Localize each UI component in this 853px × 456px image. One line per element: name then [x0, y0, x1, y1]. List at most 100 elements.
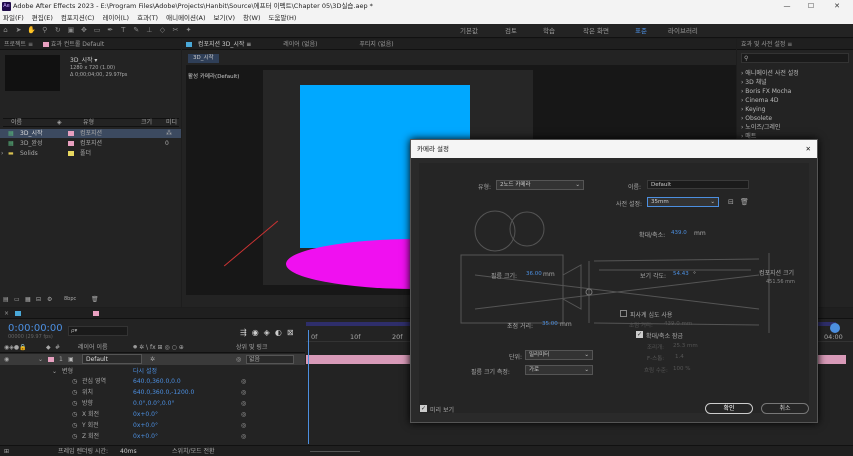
ok-button[interactable]: 확인	[705, 403, 753, 414]
property-value[interactable]: 640.0,360.0,0.0	[133, 376, 181, 387]
zoom-tool-icon[interactable]: ⚲	[40, 26, 49, 35]
new-comp-icon[interactable]: ▦	[25, 296, 31, 303]
breadcrumb[interactable]: 3D_시작	[188, 54, 219, 63]
stopwatch-icon[interactable]: ◷	[72, 409, 77, 420]
measure-film-select[interactable]: 가로 ⌄	[525, 365, 593, 375]
settings-icon[interactable]: ⚙	[47, 296, 52, 303]
col-size[interactable]: 크기	[141, 119, 152, 127]
property-value[interactable]: 0x+0.0°	[133, 409, 158, 420]
toggle-switches-modes[interactable]: 스위치/모드 전환	[172, 446, 215, 456]
focal-length-value[interactable]: 35.00	[542, 321, 558, 327]
effects-category[interactable]: › Boris FX Mocha	[741, 87, 799, 96]
property-value[interactable]: 640.0,360.0,-1200.0	[133, 387, 194, 398]
lock-icon[interactable]	[186, 42, 192, 47]
stopwatch-icon[interactable]: ◷	[72, 420, 77, 431]
workspace-small-screen[interactable]: 작은 화면	[583, 24, 609, 38]
hand-tool-icon[interactable]: ✋	[27, 26, 36, 35]
pickwhip-icon[interactable]: ◎	[241, 387, 246, 398]
close-button[interactable]: ✕	[830, 0, 844, 13]
pickwhip-icon[interactable]: ◎	[241, 398, 246, 409]
property-value[interactable]: 0x+0.0°	[133, 420, 158, 431]
effects-category[interactable]: › Keying	[741, 105, 799, 114]
select-tool-icon[interactable]: ➤	[14, 26, 23, 35]
tab-layer[interactable]: 레이어 (없음)	[283, 41, 317, 48]
label-color-swatch[interactable]	[48, 357, 54, 362]
stamp-tool-icon[interactable]: ⊥	[145, 26, 154, 35]
layer-name[interactable]: Default	[82, 354, 142, 364]
minimize-button[interactable]: —	[780, 0, 794, 13]
delete-icon[interactable]: 🗑	[91, 296, 99, 303]
effects-category[interactable]: › Cinema 4D	[741, 96, 799, 105]
pen-tool-icon[interactable]: ✒	[106, 26, 115, 35]
shy-switch-icon[interactable]: ✲	[150, 354, 155, 365]
comp-flowchart-icon[interactable]: ⊞	[4, 446, 9, 456]
bit-depth-button[interactable]: 8bpc	[64, 296, 76, 302]
interpret-footage-icon[interactable]: ▤	[3, 296, 9, 303]
label-color-swatch[interactable]	[68, 141, 74, 146]
visibility-icon[interactable]: ◉	[4, 354, 9, 365]
workspace-library[interactable]: 라이브러리	[668, 24, 698, 38]
camera-name-input[interactable]: Default	[647, 180, 749, 189]
label-color-swatch[interactable]	[68, 151, 74, 156]
layer-search-input[interactable]: ρ▾	[68, 326, 128, 336]
zoom-slider[interactable]	[310, 451, 360, 452]
pickwhip-icon[interactable]: ◎	[241, 431, 246, 442]
timeline-tab-swatch[interactable]	[92, 311, 99, 316]
menu-window[interactable]: 창(W)	[243, 13, 260, 24]
pickwhip-icon[interactable]: ◎	[236, 354, 241, 365]
project-tab[interactable]: 프로젝트 ≡	[4, 41, 33, 48]
pickwhip-icon[interactable]: ◎	[241, 420, 246, 431]
rotate-tool-icon[interactable]: ↻	[53, 26, 62, 35]
puppet-tool-icon[interactable]: ✦	[184, 26, 193, 35]
home-icon[interactable]: ⌂	[1, 26, 10, 35]
film-size-value[interactable]: 36.00	[526, 271, 542, 277]
current-time[interactable]: 0:00:00:00	[8, 323, 63, 334]
pan-behind-tool-icon[interactable]: ✥	[79, 26, 88, 35]
zoom-lock-checkbox[interactable]: ✓	[636, 331, 643, 338]
type-tool-icon[interactable]: T	[119, 26, 128, 35]
timeline-nav-end[interactable]	[830, 323, 840, 333]
angle-value[interactable]: 54.43	[673, 271, 689, 277]
dialog-close-icon[interactable]: ✕	[806, 140, 811, 158]
chevron-down-icon[interactable]: ⌄	[38, 354, 43, 365]
effects-panel-title[interactable]: 효과 및 사전 설정 ≡	[737, 39, 853, 50]
stopwatch-icon[interactable]: ◷	[72, 398, 77, 409]
col-parent[interactable]: 상위 및 링크	[236, 342, 267, 353]
menu-file[interactable]: 파일(F)	[3, 13, 24, 24]
preview-checkbox[interactable]: ✓	[420, 405, 427, 412]
comp-name-dropdown[interactable]: 3D_시작 ▾	[70, 55, 97, 64]
effects-category[interactable]: › Obsolete	[741, 114, 799, 123]
cancel-button[interactable]: 취소	[761, 403, 809, 414]
new-folder-icon[interactable]: ▭	[14, 296, 20, 303]
menu-animation[interactable]: 애니메이션(A)	[166, 13, 205, 24]
tab-composition[interactable]: 컴포지션 3D_시작 ≡	[198, 41, 251, 48]
layer-row[interactable]: ◉ ⌄ 1 ▣ Default ✲ ◎ 없음	[0, 354, 305, 365]
workspace-review[interactable]: 검토	[505, 24, 517, 38]
close-icon[interactable]: ×	[4, 310, 9, 317]
tab-footage[interactable]: 푸티지 (없음)	[359, 41, 393, 48]
brush-tool-icon[interactable]: ✎	[132, 26, 141, 35]
project-item[interactable]: ▦ 3D_시작 컴포지션 ⁂	[0, 129, 181, 138]
roto-tool-icon[interactable]: ✂	[171, 26, 180, 35]
workspace-standard[interactable]: 표준	[635, 24, 647, 38]
units-select[interactable]: 밀리미터 ⌄	[525, 350, 593, 360]
stopwatch-icon[interactable]: ◷	[72, 376, 77, 387]
shape-tool-icon[interactable]: ▭	[93, 26, 102, 35]
property-value[interactable]: 0.0°,0.0°,0.0°	[133, 398, 174, 409]
col-media[interactable]: 미디	[166, 119, 177, 127]
effects-search-input[interactable]: ⚲	[741, 53, 849, 63]
property-value[interactable]: 0x+0.0°	[133, 431, 158, 442]
effects-category[interactable]: › 애니메이션 사전 설정	[741, 69, 799, 78]
stopwatch-icon[interactable]: ◷	[72, 431, 77, 442]
effects-category[interactable]: › 3D 채널	[741, 78, 799, 87]
dof-checkbox[interactable]	[620, 310, 627, 317]
pickwhip-icon[interactable]: ◎	[241, 409, 246, 420]
menu-effect[interactable]: 효과(T)	[137, 13, 158, 24]
label-color-swatch[interactable]	[68, 131, 74, 136]
menu-view[interactable]: 보기(V)	[214, 13, 235, 24]
workspace-default[interactable]: 기본값	[460, 24, 478, 38]
col-layer-name[interactable]: 레이어 이름	[78, 342, 108, 353]
playhead[interactable]	[308, 330, 309, 444]
chevron-right-icon[interactable]: ›	[1, 149, 3, 158]
menu-help[interactable]: 도움말(H)	[269, 13, 297, 24]
